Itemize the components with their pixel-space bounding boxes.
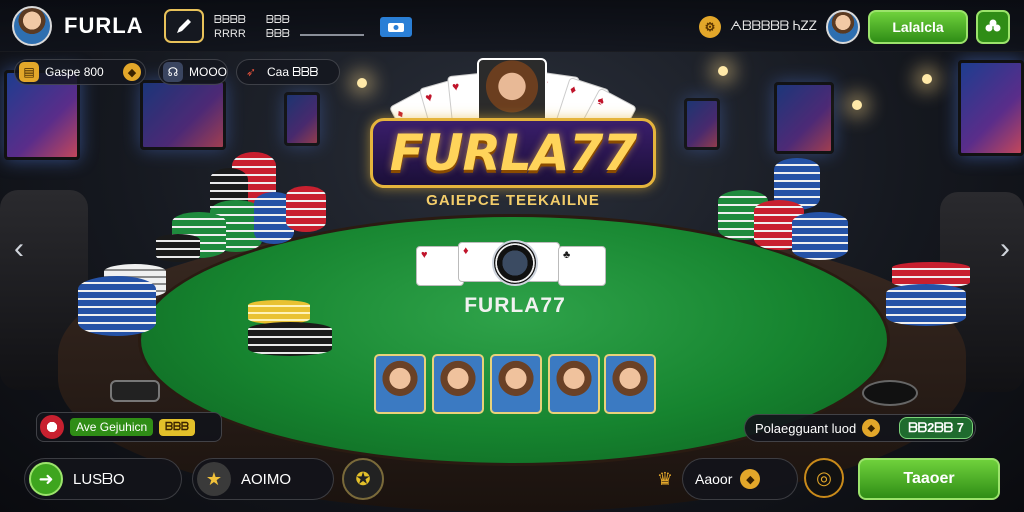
camera-icon — [388, 23, 404, 32]
player-card[interactable] — [490, 354, 542, 414]
chevron-right-icon[interactable]: › — [1000, 232, 1010, 266]
promo-label: Caa ᗷᗷᗷ — [267, 64, 319, 79]
wall-screen — [774, 82, 834, 154]
chip-stack-blue — [886, 284, 966, 326]
player-card[interactable] — [604, 354, 656, 414]
clover-icon — [985, 19, 1001, 32]
opponent-avatar[interactable] — [826, 10, 860, 44]
balance-text: ᗅᗷᗷᗷᗷᗷ ᏂᏃᏃ — [730, 18, 818, 33]
wall-screen-right — [958, 60, 1024, 156]
chip-icon — [40, 415, 64, 439]
pencil-icon — [177, 19, 191, 33]
stat-label: RRRR — [214, 28, 246, 40]
star-label: AOIMO — [241, 470, 292, 488]
chip-stack-black — [156, 234, 200, 262]
brand-name: FURLA — [64, 13, 144, 38]
right-panel-value: ᗷᗷ2ᗷᗷ 7 — [899, 417, 973, 439]
wallet-icon: ▤ — [19, 62, 39, 82]
stat-value: ᗷᗷᗷ — [266, 14, 290, 26]
ceiling-lamp — [922, 74, 932, 84]
left-panel-value: ᗷᗷᗷ — [159, 418, 195, 436]
player-card[interactable] — [374, 354, 426, 414]
dealer-chip — [492, 240, 538, 286]
coin-icon: ⚙ — [699, 16, 721, 38]
coins-pill[interactable]: ▤ Gaspe 800 ◆ — [14, 59, 146, 85]
community-card: ♥ — [416, 246, 464, 286]
player-avatar[interactable] — [12, 6, 52, 46]
target-button[interactable]: ◎ — [804, 458, 844, 498]
cup-holder — [862, 380, 918, 406]
star-pill[interactable]: ★ AOIMO — [192, 458, 334, 500]
back-label: LUSᗷO — [73, 470, 125, 488]
edit-button[interactable] — [164, 9, 204, 43]
trophy-icon[interactable]: ♛ — [654, 466, 676, 492]
top-primary-button[interactable]: Lalalcla — [868, 10, 968, 44]
chip-stack-blue — [78, 276, 156, 336]
game-logo: ♦ ♥ ♥ ♥ ♦ ♠ FURLA77 GAIEPCE TEEKAILNE — [370, 58, 656, 209]
ceiling-lamp — [357, 78, 367, 88]
coins-label: Gaspe 800 — [45, 65, 104, 79]
felt-brand: FURLA77 — [464, 294, 566, 317]
stat-label: ᗷᗷᗷᗷ — [214, 14, 246, 26]
right-panel-label: Polaegguant luod — [755, 420, 857, 436]
wall-screen — [284, 92, 320, 146]
headset-icon: ☊ — [163, 62, 183, 82]
top-bar: FURLA ᗷᗷᗷᗷ RRRR ᗷᗷᗷ ᗷᗷᗷ ⚙ ᗅᗷᗷᗷᗷᗷ ᏂᏃᏃ Lal… — [0, 0, 1024, 52]
chevron-left-icon[interactable]: ‹ — [14, 232, 24, 266]
ceiling-lamp — [718, 66, 728, 76]
coin-icon: ◆ — [123, 63, 141, 81]
logo-plate: FURLA77 — [370, 118, 656, 188]
player-card[interactable] — [432, 354, 484, 414]
progress-bar — [300, 34, 364, 36]
chip-stack-gold — [248, 300, 310, 324]
chip-stack-black — [248, 322, 332, 356]
play-button[interactable]: Taaoer — [858, 458, 1000, 500]
gold-pill[interactable]: Aaoor ◆ — [682, 458, 798, 500]
rocket-icon: ➶ — [245, 65, 257, 79]
logo-title: FURLA77 — [389, 124, 637, 182]
star-icon: ★ — [197, 462, 231, 496]
badge-button[interactable]: ✪ — [342, 458, 384, 500]
camera-button[interactable] — [380, 17, 412, 37]
chip-stack-red — [286, 186, 326, 232]
stat-value: ᗷᗷᗷ — [266, 28, 290, 40]
mode-pill[interactable]: ☊ MOOO — [158, 59, 228, 85]
settings-button[interactable] — [976, 10, 1010, 44]
ceiling-lamp — [852, 100, 862, 110]
arrow-left-icon: ➜ — [29, 462, 63, 496]
mode-label: MOOO — [189, 65, 227, 79]
left-info-panel[interactable]: Ave Gejuhicn ᗷᗷᗷ — [36, 412, 222, 442]
gold-label: Aaoor — [695, 471, 733, 487]
player-card[interactable] — [548, 354, 600, 414]
logo-subtitle: GAIEPCE TEEKAILNE — [426, 192, 600, 209]
chip-stack-blue — [792, 212, 848, 260]
back-pill[interactable]: ➜ LUSᗷO — [24, 458, 182, 500]
cup-holder — [110, 380, 160, 402]
right-info-panel[interactable]: Polaegguant luod ◆ ᗷᗷ2ᗷᗷ 7 — [744, 414, 976, 442]
coin-icon: ◆ — [740, 469, 761, 489]
wall-screen — [140, 80, 226, 150]
promo-pill[interactable]: ➶ Caa ᗷᗷᗷ — [236, 59, 340, 85]
left-panel-label: Ave Gejuhicn — [70, 418, 154, 436]
coin-icon: ◆ — [862, 419, 881, 437]
community-card: ♣ — [558, 246, 606, 286]
wall-screen — [684, 98, 720, 150]
